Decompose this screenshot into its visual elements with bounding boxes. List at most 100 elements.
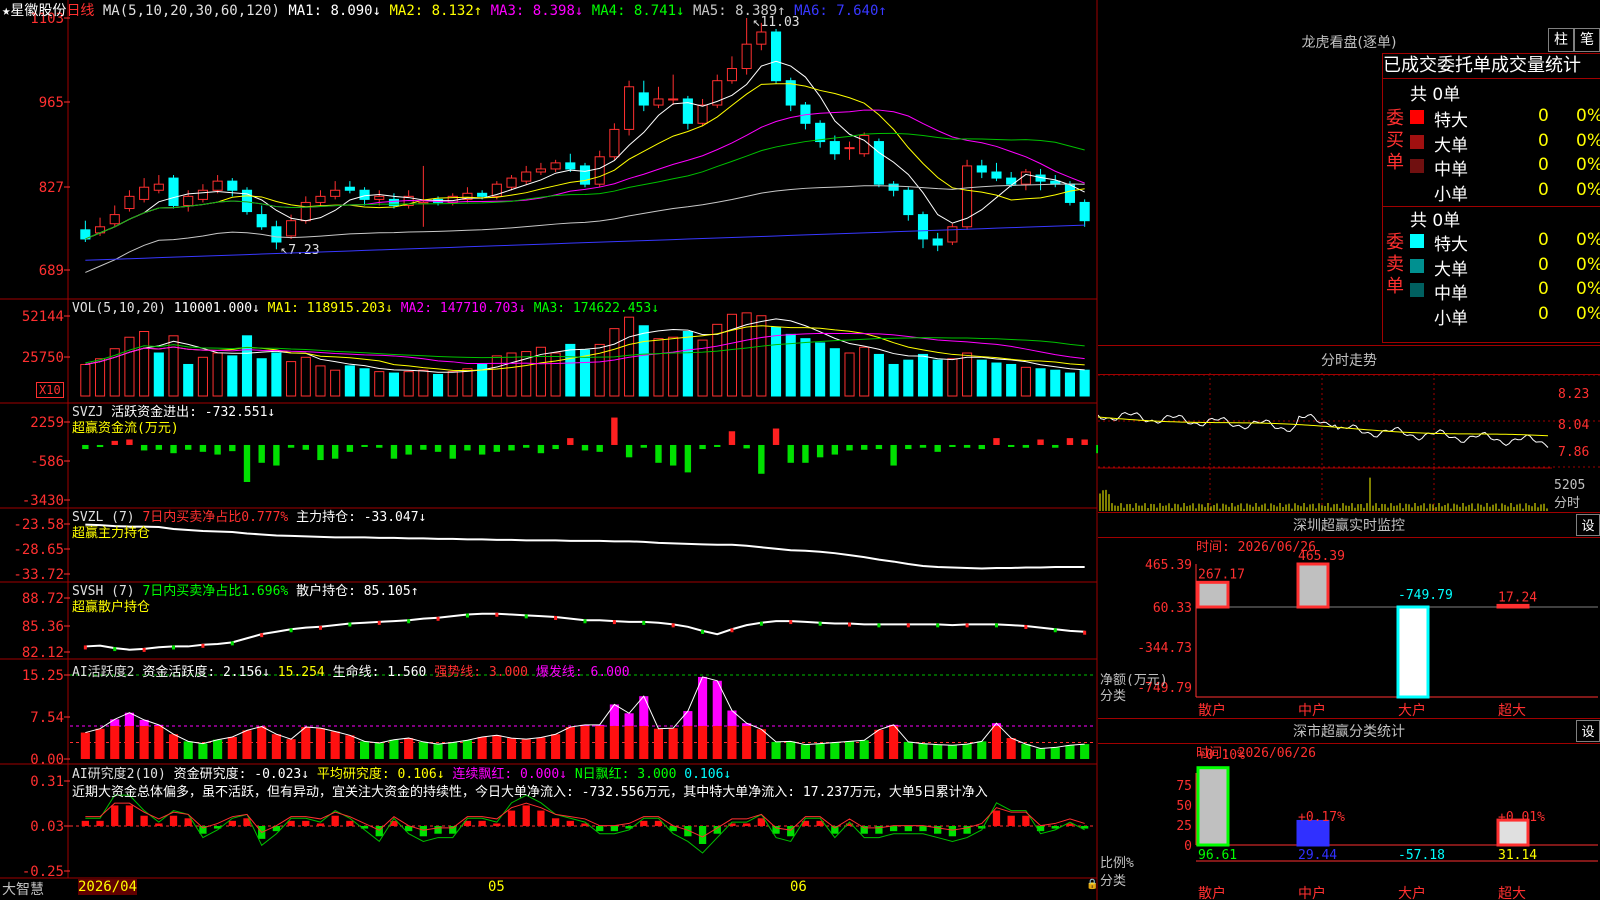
air-bar xyxy=(566,820,574,826)
row-pct: 0% xyxy=(1576,130,1600,151)
svzj-bar xyxy=(890,444,897,466)
ai2-bar xyxy=(624,725,634,759)
sz-monitor-chart[interactable]: 时间: 2026/06/26465.3960.33-344.73-749.79净… xyxy=(1098,537,1600,717)
sz-classify-value: -57.18 xyxy=(1398,848,1445,863)
volume-bar xyxy=(1050,369,1061,397)
sz-monitor-category: 中户 xyxy=(1298,702,1326,717)
lhb-tabs[interactable]: 已成交委托单成交量统计 xyxy=(1382,53,1600,79)
color-swatch xyxy=(1410,258,1424,273)
lhb-bottom xyxy=(1382,342,1600,343)
ai2-bar xyxy=(360,741,370,759)
volume-bar xyxy=(565,343,576,397)
air-bar xyxy=(346,820,354,826)
chart-area[interactable]: ↖11.03↖7.23 110396582768952144257502259-… xyxy=(0,0,1098,900)
svzj-bar xyxy=(861,444,868,450)
volume-bar xyxy=(1006,363,1017,397)
ai2-bar xyxy=(1050,747,1060,759)
lhb-bar-button[interactable]: 柱 xyxy=(1548,28,1574,52)
svsh-mark xyxy=(201,643,205,648)
svzj-bar xyxy=(714,444,721,447)
air-bar xyxy=(596,826,604,832)
sz-monitor-settings-button[interactable]: 设 xyxy=(1576,514,1600,536)
candle-body xyxy=(300,201,311,222)
svzj-bar xyxy=(919,444,927,448)
candle-body xyxy=(477,192,488,197)
ai2-bar xyxy=(1065,745,1075,759)
ai2-bar-top xyxy=(683,711,693,726)
intraday-chart[interactable]: 8.23 8.04 7.86 5205 分时 xyxy=(1098,373,1600,511)
candlestick-series[interactable]: ↖11.03↖7.23 xyxy=(80,15,1090,258)
row-name: 中单 xyxy=(1434,160,1468,180)
air-bar xyxy=(140,815,148,826)
volume-bar xyxy=(462,368,473,397)
svzj-bar xyxy=(376,444,383,448)
ai2-bars[interactable] xyxy=(70,674,1095,759)
svsh-header: SVSH (7) 7日内买卖净占比1.696% 散户持仓: 85.105↑ 超赢… xyxy=(72,584,419,616)
ai2-bar-top xyxy=(609,704,619,726)
ai2-bar xyxy=(727,725,737,759)
candle-body xyxy=(932,238,943,246)
ai2-bar xyxy=(506,738,517,759)
color-swatch xyxy=(1410,183,1424,198)
volume-bar xyxy=(1064,372,1076,397)
air-commentary: 近期大资金总体偏多，虽不活跃，但有异动，宜关注大资金的持续性，今日大单净流入: … xyxy=(72,785,988,800)
candle-body xyxy=(168,177,179,206)
svsh-mark xyxy=(730,628,734,633)
volume-bar xyxy=(932,359,943,397)
ai2-bar xyxy=(756,729,766,759)
air-bar xyxy=(478,820,486,826)
ai2-bar xyxy=(168,734,179,759)
y-tick-label: 25750 xyxy=(22,350,64,366)
svsh-mark xyxy=(260,633,264,638)
sz-classify-settings-button[interactable]: 设 xyxy=(1576,720,1600,742)
candle-body xyxy=(183,195,194,206)
svzl-value: 主力持仓: -33.047↓ xyxy=(296,510,427,525)
candle-body xyxy=(917,214,929,240)
candle-body xyxy=(139,186,150,200)
row-name: 特大 xyxy=(1434,235,1468,255)
svzj-bar xyxy=(287,444,295,448)
vol-unit[interactable]: X10 xyxy=(36,382,64,398)
svsh-mark xyxy=(348,622,352,627)
y-tick-label: 965 xyxy=(39,95,64,111)
ai2-v3: 生命线: 1.560 xyxy=(332,665,427,680)
ai2-bar xyxy=(962,744,972,759)
air-v3: 连续飘红: 0.000↓ xyxy=(452,767,567,782)
candle-body xyxy=(829,141,840,155)
period-label[interactable]: 日线 xyxy=(66,3,94,19)
sz-classify-title: 深市超赢分类统计 xyxy=(1293,724,1405,740)
svzj-bar xyxy=(934,444,941,452)
sz-classify-xlabel: 分类 xyxy=(1100,874,1126,889)
volume-bar xyxy=(1079,369,1090,397)
volume-bar xyxy=(770,326,782,397)
svzj-bar xyxy=(1052,444,1059,448)
sz-monitor-value: 17.24 xyxy=(1498,590,1537,605)
candle-body xyxy=(374,195,385,200)
sz-monitor-xlabel: 分类 xyxy=(1100,689,1126,704)
volume-bars[interactable] xyxy=(80,312,1090,397)
lock-icon[interactable]: 🔒 xyxy=(1086,879,1098,890)
ai2-bar xyxy=(565,727,575,759)
air-bar xyxy=(537,810,545,826)
y-axis-ticks: 110396582768952144257502259-586-3430-23.… xyxy=(13,11,70,880)
row-count: 0 xyxy=(1538,230,1549,250)
svsh-mark xyxy=(289,628,293,633)
ai2-bar xyxy=(110,725,120,759)
volume-bar xyxy=(447,371,458,397)
ai2-bar xyxy=(609,725,619,759)
ai2-bar xyxy=(874,729,884,759)
sz-monitor-bar xyxy=(1496,603,1530,609)
sz-classify-chart[interactable]: 时间: 2026/06/267550250比例%分类+0.10%96.61散户+… xyxy=(1098,743,1600,900)
candle-body xyxy=(109,214,120,225)
sell-label: 委卖单 xyxy=(1386,232,1404,297)
date-axis: 大智慧 2026/04 05 06 🔒 xyxy=(0,879,1098,900)
lhb-tick-button[interactable]: 笔 xyxy=(1574,28,1600,52)
row-name: 小单 xyxy=(1434,308,1468,329)
air-v1: 资金研究度: -0.023↓ xyxy=(173,767,310,782)
ai2-bar xyxy=(977,741,987,759)
ai2-bar xyxy=(1006,738,1016,759)
svzj-bar xyxy=(508,444,515,451)
volume-bar xyxy=(403,371,414,397)
ai2-v5: 爆发线: 6.000 xyxy=(535,665,630,680)
sz-classify-category: 超大 xyxy=(1498,886,1526,900)
